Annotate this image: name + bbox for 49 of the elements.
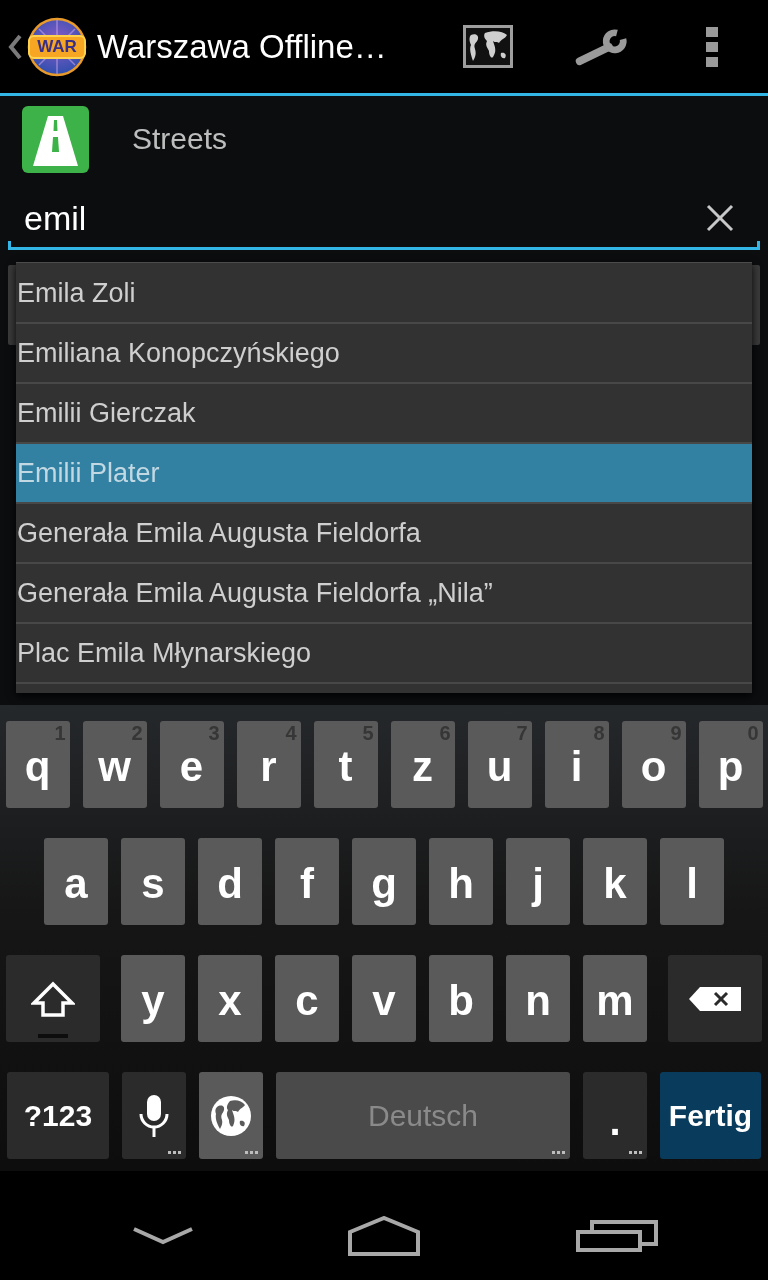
letter-key[interactable]: c [275,955,339,1042]
chevron-down-icon[interactable] [132,1225,194,1246]
chevron-left-icon[interactable] [8,33,22,60]
period-key[interactable]: . [583,1072,647,1159]
suggestion-item[interactable]: Emiliana Konopczyńskiego [16,324,752,384]
letter-key[interactable]: m [583,955,647,1042]
road-icon [22,105,89,173]
app-badge: WAR [28,34,86,59]
more-dots-icon [629,1151,643,1155]
shift-key[interactable] [6,955,100,1042]
language-key[interactable] [199,1072,263,1159]
clear-icon[interactable] [706,203,734,232]
letter-key[interactable]: v [352,955,416,1042]
letter-key[interactable]: h [429,838,493,925]
letter-key[interactable]: x [198,955,262,1042]
letter-key[interactable]: j [506,838,570,925]
category-label: Streets [132,124,228,154]
more-options-icon[interactable] [706,26,718,67]
letter-key[interactable]: n [506,955,570,1042]
suggestion-item[interactable]: Emila Zoli [16,264,752,324]
letter-key[interactable]: l [660,838,724,925]
home-icon[interactable] [348,1215,420,1256]
recent-apps-icon[interactable] [576,1219,658,1252]
more-dots-icon [552,1151,566,1155]
microphone-icon [138,1093,170,1138]
letter-key[interactable]: y [121,955,185,1042]
letter-key[interactable]: s [121,838,185,925]
done-key[interactable]: Fertig [660,1072,761,1159]
letter-key[interactable]: a [44,838,108,925]
letter-key[interactable]: d [198,838,262,925]
backspace-icon [688,985,742,1012]
letter-key[interactable]: b [429,955,493,1042]
map-icon[interactable] [463,25,513,68]
search-field[interactable]: emil [8,182,760,250]
globe-icon [210,1094,252,1137]
backspace-key[interactable] [668,955,762,1042]
letter-key[interactable]: f [275,838,339,925]
symbols-key[interactable]: ?123 [7,1072,109,1159]
letter-key[interactable]: k [583,838,647,925]
suggestion-item[interactable]: Generała Emila Augusta Fieldorfa [16,504,752,564]
app-title: Warszawa Offline… [97,30,387,63]
microphone-key[interactable] [122,1072,186,1159]
more-dots-icon [245,1151,259,1155]
suggestion-item[interactable]: Emilii Gierczak [16,384,752,444]
suggestion-item[interactable]: Plac Emila Młynarskiego [16,624,752,684]
letter-key[interactable]: g [352,838,416,925]
suggestion-item[interactable]: Generała Emila Augusta Fieldorfa „Nila” [16,564,752,624]
more-dots-icon [168,1151,182,1155]
shift-icon [31,981,75,1039]
